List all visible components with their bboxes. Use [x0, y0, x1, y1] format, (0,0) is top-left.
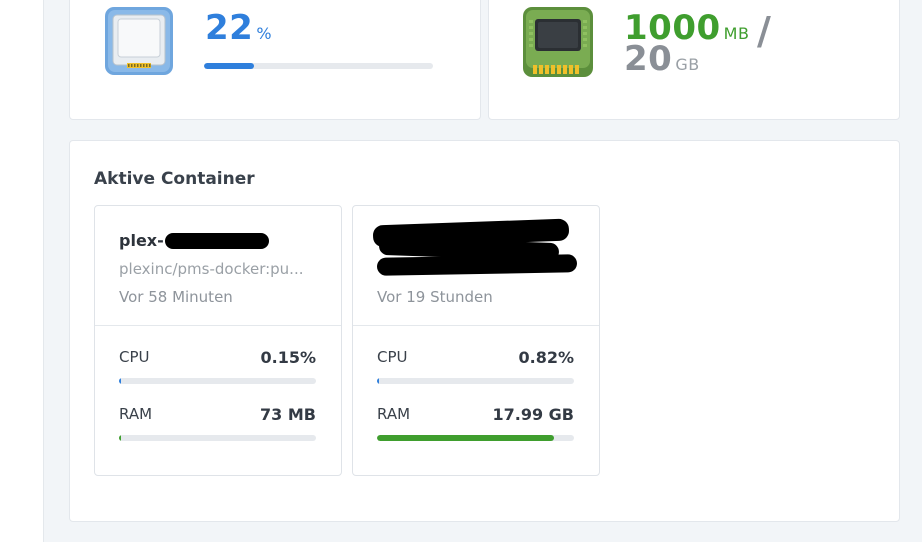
cpu-usage-unit: %	[256, 24, 273, 43]
redaction-mark	[165, 233, 269, 249]
cpu-usage-bar-fill	[204, 63, 255, 69]
cpu-bar-fill	[119, 378, 121, 384]
cpu-bar-fill	[377, 378, 379, 384]
cpu-usage-value: 22%	[205, 8, 273, 48]
ram-value: 73 MB	[260, 405, 316, 424]
ram-separator: /	[757, 9, 771, 53]
ram-bar-fill	[119, 435, 121, 441]
active-containers-panel: Aktive Container plex- plexinc/pms-docke…	[69, 140, 900, 522]
redaction-mark	[376, 254, 578, 276]
container-uptime: Vor 58 Minuten	[119, 288, 233, 306]
container-header: plex- plexinc/pms-docker:pu... Vor 58 Mi…	[95, 206, 341, 326]
ram-bar-fill	[377, 435, 555, 441]
ram-total-value: 20 GB	[624, 39, 700, 79]
left-sidebar	[0, 0, 44, 542]
ram-bar	[119, 435, 316, 441]
container-card[interactable]: Vor 19 Stunden CPU 0.82% RAM 17.99 GB	[352, 205, 600, 476]
cpu-bar	[119, 378, 316, 384]
container-header: Vor 19 Stunden	[353, 206, 599, 326]
cpu-bar	[377, 378, 574, 384]
ram-total-unit: GB	[675, 55, 700, 74]
ram-value: 17.99 GB	[492, 405, 574, 424]
container-card[interactable]: plex- plexinc/pms-docker:pu... Vor 58 Mi…	[94, 205, 342, 476]
ram-label: RAM	[377, 405, 411, 423]
container-uptime: Vor 19 Stunden	[377, 288, 493, 306]
ram-module-icon	[521, 5, 595, 79]
ram-usage-widget: 1000 MB / 20 GB	[488, 0, 900, 120]
ram-bar	[377, 435, 574, 441]
section-title: Aktive Container	[94, 169, 255, 189]
cpu-value: 0.15%	[260, 348, 316, 367]
cpu-label: CPU	[377, 348, 408, 366]
container-name[interactable]: plex-	[119, 231, 164, 250]
ram-label: RAM	[119, 405, 153, 423]
cpu-usage-bar	[204, 63, 433, 69]
cpu-value: 0.82%	[518, 348, 574, 367]
cpu-usage-widget: 22%	[69, 0, 481, 120]
cpu-label: CPU	[119, 348, 150, 366]
cpu-chip-icon	[103, 5, 175, 77]
ram-used-unit: MB	[723, 24, 750, 43]
container-image: plexinc/pms-docker:pu...	[119, 260, 304, 278]
